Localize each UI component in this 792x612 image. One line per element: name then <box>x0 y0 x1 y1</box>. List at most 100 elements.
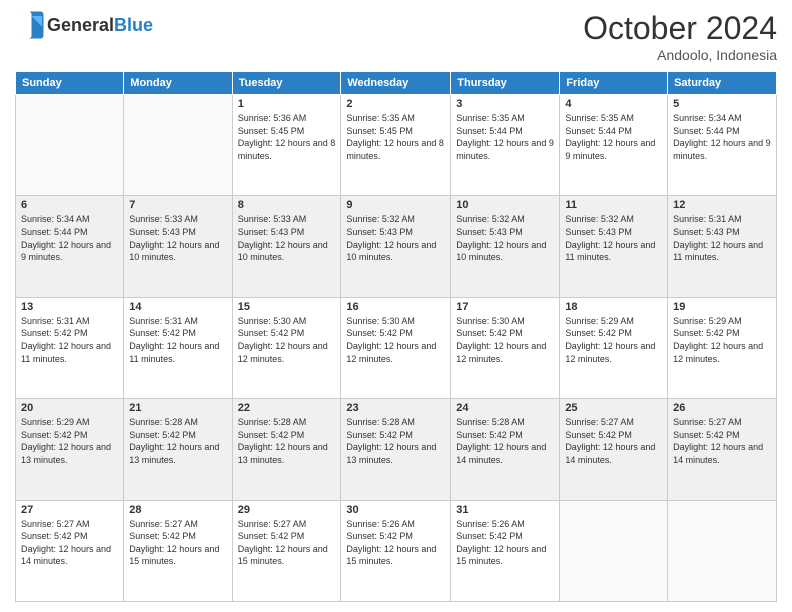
day-info: Sunrise: 5:29 AM Sunset: 5:42 PM Dayligh… <box>673 315 771 365</box>
calendar-cell: 7Sunrise: 5:33 AM Sunset: 5:43 PM Daylig… <box>124 196 232 297</box>
page: GeneralBlue October 2024 Andoolo, Indone… <box>0 0 792 612</box>
day-number: 26 <box>673 402 771 414</box>
calendar-cell: 18Sunrise: 5:29 AM Sunset: 5:42 PM Dayli… <box>560 297 668 398</box>
calendar-cell: 11Sunrise: 5:32 AM Sunset: 5:43 PM Dayli… <box>560 196 668 297</box>
day-number: 2 <box>346 98 445 110</box>
column-header-thursday: Thursday <box>451 72 560 95</box>
calendar-cell <box>16 95 124 196</box>
day-number: 12 <box>673 199 771 211</box>
column-header-saturday: Saturday <box>668 72 777 95</box>
day-info: Sunrise: 5:34 AM Sunset: 5:44 PM Dayligh… <box>673 112 771 162</box>
day-number: 13 <box>21 301 118 313</box>
calendar-cell: 21Sunrise: 5:28 AM Sunset: 5:42 PM Dayli… <box>124 399 232 500</box>
calendar-header-row: SundayMondayTuesdayWednesdayThursdayFrid… <box>16 72 777 95</box>
calendar-week-row: 27 Sunrise: 5:27 AM Sunset: 5:42 PM Dayli… <box>16 500 777 601</box>
calendar-cell: 1 Sunrise: 5:36 AM Sunset: 5:45 PM Daylig… <box>232 95 341 196</box>
calendar-cell: 17 Sunrise: 5:30 AM Sunset: 5:42 PM Dayli… <box>451 297 560 398</box>
calendar-cell: 9 Sunrise: 5:32 AM Sunset: 5:43 PM Daylig… <box>341 196 451 297</box>
calendar-cell: 30 Sunrise: 5:26 AM Sunset: 5:42 PM Dayli… <box>341 500 451 601</box>
calendar-cell <box>124 95 232 196</box>
calendar-cell: 22 Sunrise: 5:28 AM Sunset: 5:42 PM Dayli… <box>232 399 341 500</box>
calendar-cell: 15 Sunrise: 5:30 AM Sunset: 5:42 PM Dayli… <box>232 297 341 398</box>
column-header-sunday: Sunday <box>16 72 124 95</box>
day-number: 15 <box>238 301 336 313</box>
day-info: Sunrise: 5:31 AM Sunset: 5:42 PM Dayligh… <box>21 315 118 365</box>
calendar-cell: 4Sunrise: 5:35 AM Sunset: 5:44 PM Daylig… <box>560 95 668 196</box>
calendar-cell: 25 Sunrise: 5:27 AM Sunset: 5:42 PM Dayli… <box>560 399 668 500</box>
title-section: October 2024 Andoolo, Indonesia <box>583 10 777 63</box>
day-number: 7 <box>129 199 226 211</box>
day-info: Sunrise: 5:27 AM Sunset: 5:42 PM Dayligh… <box>129 518 226 568</box>
column-header-tuesday: Tuesday <box>232 72 341 95</box>
day-info: Sunrise: 5:32 AM Sunset: 5:43 PM Dayligh… <box>565 213 662 263</box>
logo-icon <box>15 10 45 40</box>
day-number: 1 <box>238 98 336 110</box>
day-info: Sunrise: 5:31 AM Sunset: 5:43 PM Dayligh… <box>673 213 771 263</box>
day-number: 31 <box>456 504 554 516</box>
day-info: Sunrise: 5:27 AM Sunset: 5:42 PM Dayligh… <box>238 518 336 568</box>
calendar-cell: 12 Sunrise: 5:31 AM Sunset: 5:43 PM Dayli… <box>668 196 777 297</box>
day-number: 10 <box>456 199 554 211</box>
day-number: 30 <box>346 504 445 516</box>
day-number: 14 <box>129 301 226 313</box>
calendar-cell: 5Sunrise: 5:34 AM Sunset: 5:44 PM Daylig… <box>668 95 777 196</box>
calendar-cell: 26 Sunrise: 5:27 AM Sunset: 5:42 PM Dayli… <box>668 399 777 500</box>
calendar-cell: 2 Sunrise: 5:35 AM Sunset: 5:45 PM Daylig… <box>341 95 451 196</box>
location-title: Andoolo, Indonesia <box>583 47 777 63</box>
calendar-cell <box>560 500 668 601</box>
day-info: Sunrise: 5:27 AM Sunset: 5:42 PM Dayligh… <box>565 416 662 466</box>
day-info: Sunrise: 5:32 AM Sunset: 5:43 PM Dayligh… <box>346 213 445 263</box>
day-number: 23 <box>346 402 445 414</box>
calendar-cell: 31 Sunrise: 5:26 AM Sunset: 5:42 PM Dayli… <box>451 500 560 601</box>
day-info: Sunrise: 5:35 AM Sunset: 5:44 PM Dayligh… <box>456 112 554 162</box>
calendar-cell: 14 Sunrise: 5:31 AM Sunset: 5:42 PM Dayli… <box>124 297 232 398</box>
calendar-cell: 23Sunrise: 5:28 AM Sunset: 5:42 PM Dayli… <box>341 399 451 500</box>
calendar-cell: 10Sunrise: 5:32 AM Sunset: 5:43 PM Dayli… <box>451 196 560 297</box>
day-number: 22 <box>238 402 336 414</box>
day-info: Sunrise: 5:35 AM Sunset: 5:45 PM Dayligh… <box>346 112 445 162</box>
day-info: Sunrise: 5:28 AM Sunset: 5:42 PM Dayligh… <box>238 416 336 466</box>
calendar-week-row: 1 Sunrise: 5:36 AM Sunset: 5:45 PM Daylig… <box>16 95 777 196</box>
logo-blue-text: Blue <box>114 15 153 35</box>
day-info: Sunrise: 5:28 AM Sunset: 5:42 PM Dayligh… <box>129 416 226 466</box>
calendar-cell: 8 Sunrise: 5:33 AM Sunset: 5:43 PM Daylig… <box>232 196 341 297</box>
day-info: Sunrise: 5:29 AM Sunset: 5:42 PM Dayligh… <box>565 315 662 365</box>
logo-general-text: General <box>47 15 114 35</box>
day-info: Sunrise: 5:26 AM Sunset: 5:42 PM Dayligh… <box>346 518 445 568</box>
logo-text: GeneralBlue <box>47 15 153 36</box>
day-number: 17 <box>456 301 554 313</box>
day-number: 19 <box>673 301 771 313</box>
logo: GeneralBlue <box>15 10 153 40</box>
column-header-monday: Monday <box>124 72 232 95</box>
day-info: Sunrise: 5:30 AM Sunset: 5:42 PM Dayligh… <box>238 315 336 365</box>
day-info: Sunrise: 5:36 AM Sunset: 5:45 PM Dayligh… <box>238 112 336 162</box>
day-number: 4 <box>565 98 662 110</box>
day-number: 3 <box>456 98 554 110</box>
calendar-cell <box>668 500 777 601</box>
calendar-cell: 19 Sunrise: 5:29 AM Sunset: 5:42 PM Dayli… <box>668 297 777 398</box>
day-number: 25 <box>565 402 662 414</box>
calendar-cell: 24Sunrise: 5:28 AM Sunset: 5:42 PM Dayli… <box>451 399 560 500</box>
calendar-cell: 6Sunrise: 5:34 AM Sunset: 5:44 PM Daylig… <box>16 196 124 297</box>
calendar-week-row: 20Sunrise: 5:29 AM Sunset: 5:42 PM Dayli… <box>16 399 777 500</box>
calendar-cell: 28 Sunrise: 5:27 AM Sunset: 5:42 PM Dayli… <box>124 500 232 601</box>
day-info: Sunrise: 5:26 AM Sunset: 5:42 PM Dayligh… <box>456 518 554 568</box>
header: GeneralBlue October 2024 Andoolo, Indone… <box>15 10 777 63</box>
calendar-week-row: 6Sunrise: 5:34 AM Sunset: 5:44 PM Daylig… <box>16 196 777 297</box>
day-number: 16 <box>346 301 445 313</box>
day-number: 9 <box>346 199 445 211</box>
day-info: Sunrise: 5:34 AM Sunset: 5:44 PM Dayligh… <box>21 213 118 263</box>
column-header-friday: Friday <box>560 72 668 95</box>
column-header-wednesday: Wednesday <box>341 72 451 95</box>
day-info: Sunrise: 5:33 AM Sunset: 5:43 PM Dayligh… <box>238 213 336 263</box>
calendar-week-row: 13 Sunrise: 5:31 AM Sunset: 5:42 PM Dayli… <box>16 297 777 398</box>
day-info: Sunrise: 5:30 AM Sunset: 5:42 PM Dayligh… <box>456 315 554 365</box>
day-number: 27 <box>21 504 118 516</box>
calendar-cell: 20Sunrise: 5:29 AM Sunset: 5:42 PM Dayli… <box>16 399 124 500</box>
calendar-cell: 16Sunrise: 5:30 AM Sunset: 5:42 PM Dayli… <box>341 297 451 398</box>
day-info: Sunrise: 5:28 AM Sunset: 5:42 PM Dayligh… <box>456 416 554 466</box>
day-number: 8 <box>238 199 336 211</box>
day-info: Sunrise: 5:31 AM Sunset: 5:42 PM Dayligh… <box>129 315 226 365</box>
day-number: 28 <box>129 504 226 516</box>
day-info: Sunrise: 5:27 AM Sunset: 5:42 PM Dayligh… <box>673 416 771 466</box>
